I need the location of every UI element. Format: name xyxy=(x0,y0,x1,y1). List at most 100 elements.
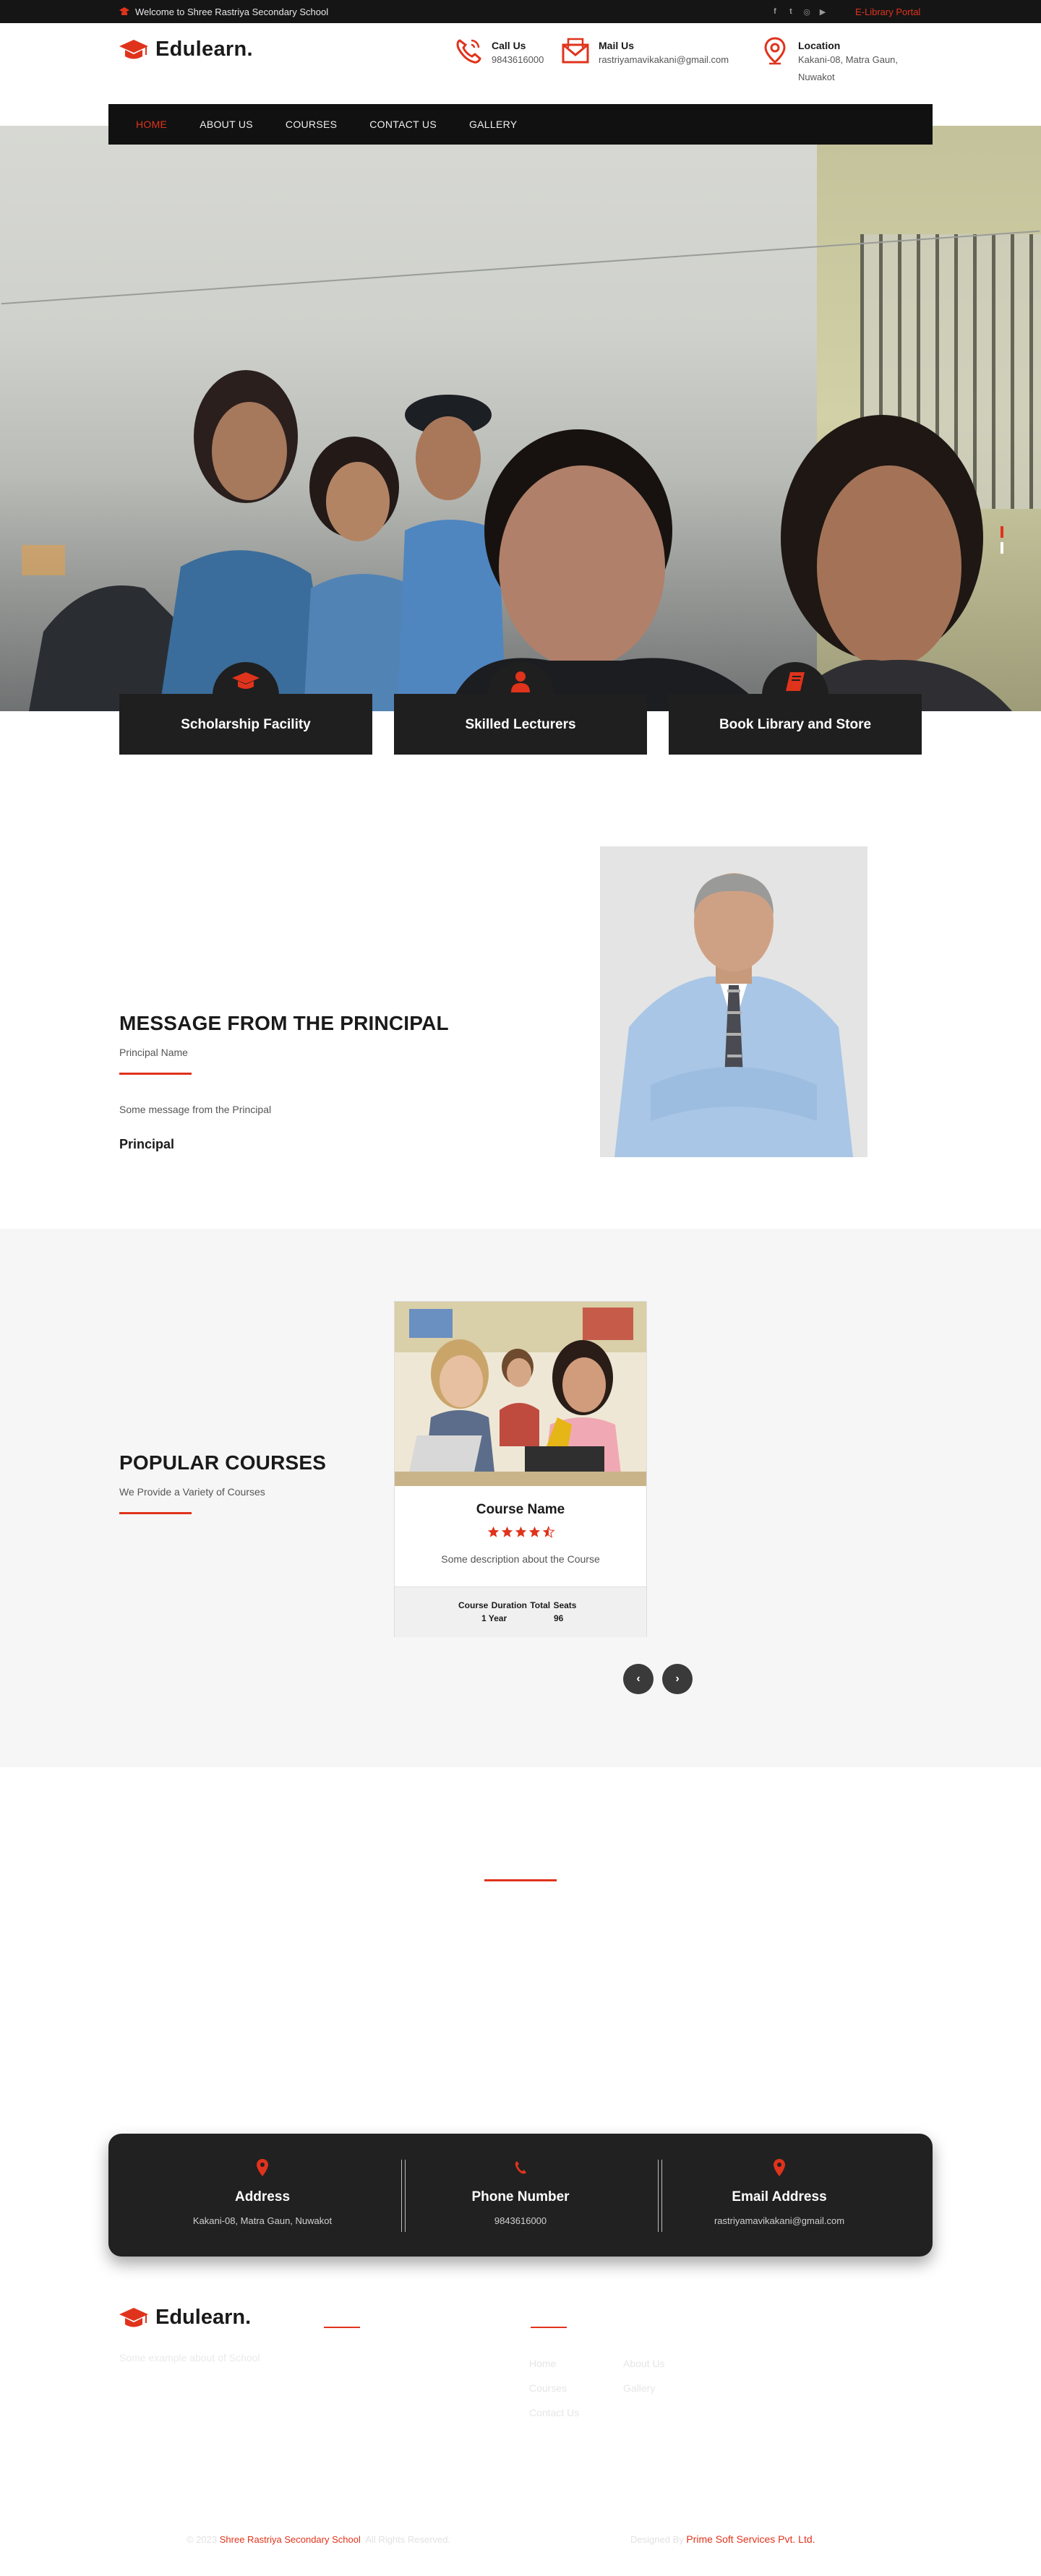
contact-strip: Address Kakani-08, Matra Gaun, Nuwakot P… xyxy=(108,2134,933,2257)
main-nav: HOME ABOUT US COURSES CONTACT US GALLERY xyxy=(108,104,933,145)
copyright-suffix: . All Rights Reserved. xyxy=(360,2534,451,2545)
course-description: Some description about the Course xyxy=(441,1553,600,1565)
course-card[interactable]: Course Name Some description about the C… xyxy=(394,1301,647,1637)
feature-library[interactable]: Book Library and Store xyxy=(669,662,922,755)
footer-underline xyxy=(531,2327,567,2328)
footer-link-courses[interactable]: Courses xyxy=(529,2382,579,2394)
copyright-school-link[interactable]: Shree Rastriya Secondary School xyxy=(220,2534,361,2545)
footer-link-contact-us[interactable]: Contact Us xyxy=(529,2407,579,2418)
instagram-icon[interactable]: ◎ xyxy=(802,7,811,17)
elibrary-portal-link[interactable]: E-Library Portal xyxy=(855,0,920,23)
book-icon xyxy=(786,672,805,691)
slider-dot-active[interactable] xyxy=(1001,526,1003,538)
youtube-icon[interactable]: ▶ xyxy=(818,7,827,17)
star-icon xyxy=(501,1526,513,1537)
location-address: Kakani-08, Matra Gaun, Nuwakot xyxy=(798,54,899,82)
course-rating xyxy=(395,1526,646,1538)
top-bar: Welcome to Shree Rastriya Secondary Scho… xyxy=(0,0,1041,23)
graduation-cap-icon xyxy=(119,39,148,59)
footer-link-home[interactable]: Home xyxy=(529,2358,579,2369)
call-title: Call Us xyxy=(492,40,526,51)
twitter-icon[interactable]: t xyxy=(787,7,795,16)
principal-photo xyxy=(600,846,868,1157)
footer-link-about-us[interactable]: About Us xyxy=(623,2358,665,2369)
footer-links-col1: Home Courses Contact Us xyxy=(529,2358,579,2418)
contact-phone: Phone Number 9843616000 xyxy=(398,2158,643,2226)
mail-address[interactable]: rastriyamavikakani@gmail.com xyxy=(599,51,729,69)
designer-link[interactable]: Prime Soft Services Pvt. Ltd. xyxy=(686,2533,815,2545)
hero-slider xyxy=(0,126,1041,711)
call-number[interactable]: 9843616000 xyxy=(492,51,544,69)
school-icon xyxy=(119,7,129,15)
contact-address: Address Kakani-08, Matra Gaun, Nuwakot xyxy=(140,2158,385,2226)
slider-dot[interactable] xyxy=(1001,542,1003,554)
course-meta: Course Duration Total Seats 1 Year 96 xyxy=(395,1587,646,1637)
facebook-icon[interactable]: f xyxy=(771,7,779,16)
carousel-next-button[interactable]: › xyxy=(662,1664,693,1694)
star-icon xyxy=(528,1526,540,1537)
footer-links-col2: About Us Gallery xyxy=(623,2358,665,2394)
phone-icon xyxy=(456,39,481,64)
site-logo[interactable]: Edulearn. xyxy=(119,38,253,61)
course-meta-header: Course Duration Total Seats xyxy=(458,1600,577,1610)
welcome-message: Welcome to Shree Rastriya Secondary Scho… xyxy=(119,0,328,23)
copyright: © 2023 Shree Rastriya Secondary School. … xyxy=(187,2534,450,2545)
course-seats: 96 xyxy=(554,1613,564,1623)
mail-icon xyxy=(562,38,589,64)
contact-email: Email Address rastriyamavikakani@gmail.c… xyxy=(656,2158,902,2226)
address-title: Address xyxy=(234,2189,291,2204)
phone-title: Phone Number xyxy=(471,2189,570,2204)
principal-heading: MESSAGE FROM THE PRINCIPAL xyxy=(119,1012,449,1034)
courses-heading-block: POPULAR COURSES We Provide a Variety of … xyxy=(119,1451,326,1514)
nav-item-gallery[interactable]: GALLERY xyxy=(469,119,517,130)
footer-about: Some example about of School xyxy=(119,2352,260,2364)
star-icon xyxy=(487,1526,499,1537)
feature-scholarship[interactable]: Scholarship Facility xyxy=(119,662,372,755)
courses-heading: POPULAR COURSES xyxy=(119,1451,327,1474)
social-links: f t ◎ ▶ xyxy=(771,0,827,23)
phone-icon xyxy=(515,2161,526,2174)
footer-logo[interactable]: Edulearn. xyxy=(119,2306,251,2330)
feature-title: Book Library and Store xyxy=(719,717,872,732)
email-value[interactable]: rastriyamavikakani@gmail.com xyxy=(656,2215,902,2226)
designed-by: Designed By Prime Soft Services Pvt. Ltd… xyxy=(630,2533,815,2545)
course-duration: 1 Year xyxy=(481,1613,507,1623)
course-image xyxy=(395,1302,646,1486)
designed-prefix: Designed By xyxy=(630,2534,684,2545)
principal-name: Principal Name xyxy=(119,1047,188,1058)
graduation-cap-icon xyxy=(119,2307,148,2327)
location-pin-icon xyxy=(774,2159,785,2176)
slider-indicators xyxy=(1001,526,1003,554)
mail-title: Mail Us xyxy=(599,40,635,51)
feature-title: Scholarship Facility xyxy=(181,717,311,732)
half-star-icon xyxy=(542,1526,554,1538)
header-mail-info: Mail Us rastriyamavikakani@gmail.com xyxy=(561,36,729,69)
nav-item-about-us[interactable]: ABOUT US xyxy=(200,119,253,130)
star-icon xyxy=(515,1526,526,1537)
course-photo xyxy=(395,1302,646,1486)
location-pin-icon xyxy=(257,2159,268,2176)
nav-item-contact-us[interactable]: CONTACT US xyxy=(369,119,437,130)
phone-value[interactable]: 9843616000 xyxy=(398,2215,643,2226)
principal-role: Principal xyxy=(119,1137,175,1151)
copyright-prefix: © 2023 xyxy=(187,2534,218,2545)
brand-name: Edulearn. xyxy=(155,2306,252,2329)
course-name[interactable]: Course Name xyxy=(395,1502,646,1518)
principal-message: Some message from the Principal xyxy=(119,1104,272,1115)
user-icon xyxy=(511,671,530,692)
nav-item-courses[interactable]: COURSES xyxy=(286,119,337,130)
footer-underline xyxy=(324,2327,360,2328)
welcome-text: Welcome to Shree Rastriya Secondary Scho… xyxy=(135,6,329,17)
carousel-prev-button[interactable]: ‹ xyxy=(623,1664,654,1694)
courses-subheading: We Provide a Variety of Courses xyxy=(119,1486,265,1498)
feature-lecturers[interactable]: Skilled Lecturers xyxy=(394,662,647,755)
header-call-info: Call Us 9843616000 xyxy=(454,36,544,69)
location-title: Location xyxy=(798,40,841,51)
principal-section: MESSAGE FROM THE PRINCIPAL Principal Nam… xyxy=(119,1012,449,1152)
heading-underline xyxy=(119,1073,192,1075)
heading-underline xyxy=(119,1512,192,1514)
principal-portrait xyxy=(600,846,868,1157)
footer-link-gallery[interactable]: Gallery xyxy=(623,2382,665,2394)
nav-item-home[interactable]: HOME xyxy=(136,119,167,130)
email-title: Email Address xyxy=(732,2189,827,2204)
